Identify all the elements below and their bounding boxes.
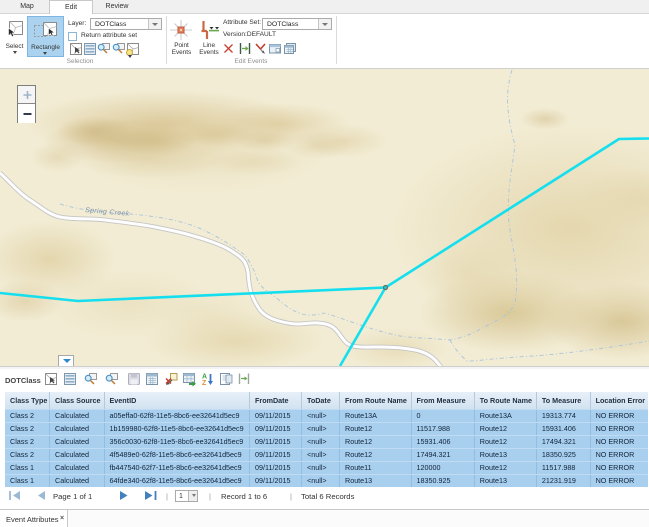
svg-text:Z: Z [202, 380, 207, 387]
svg-text:Spring Creek: Spring Creek [85, 207, 130, 218]
